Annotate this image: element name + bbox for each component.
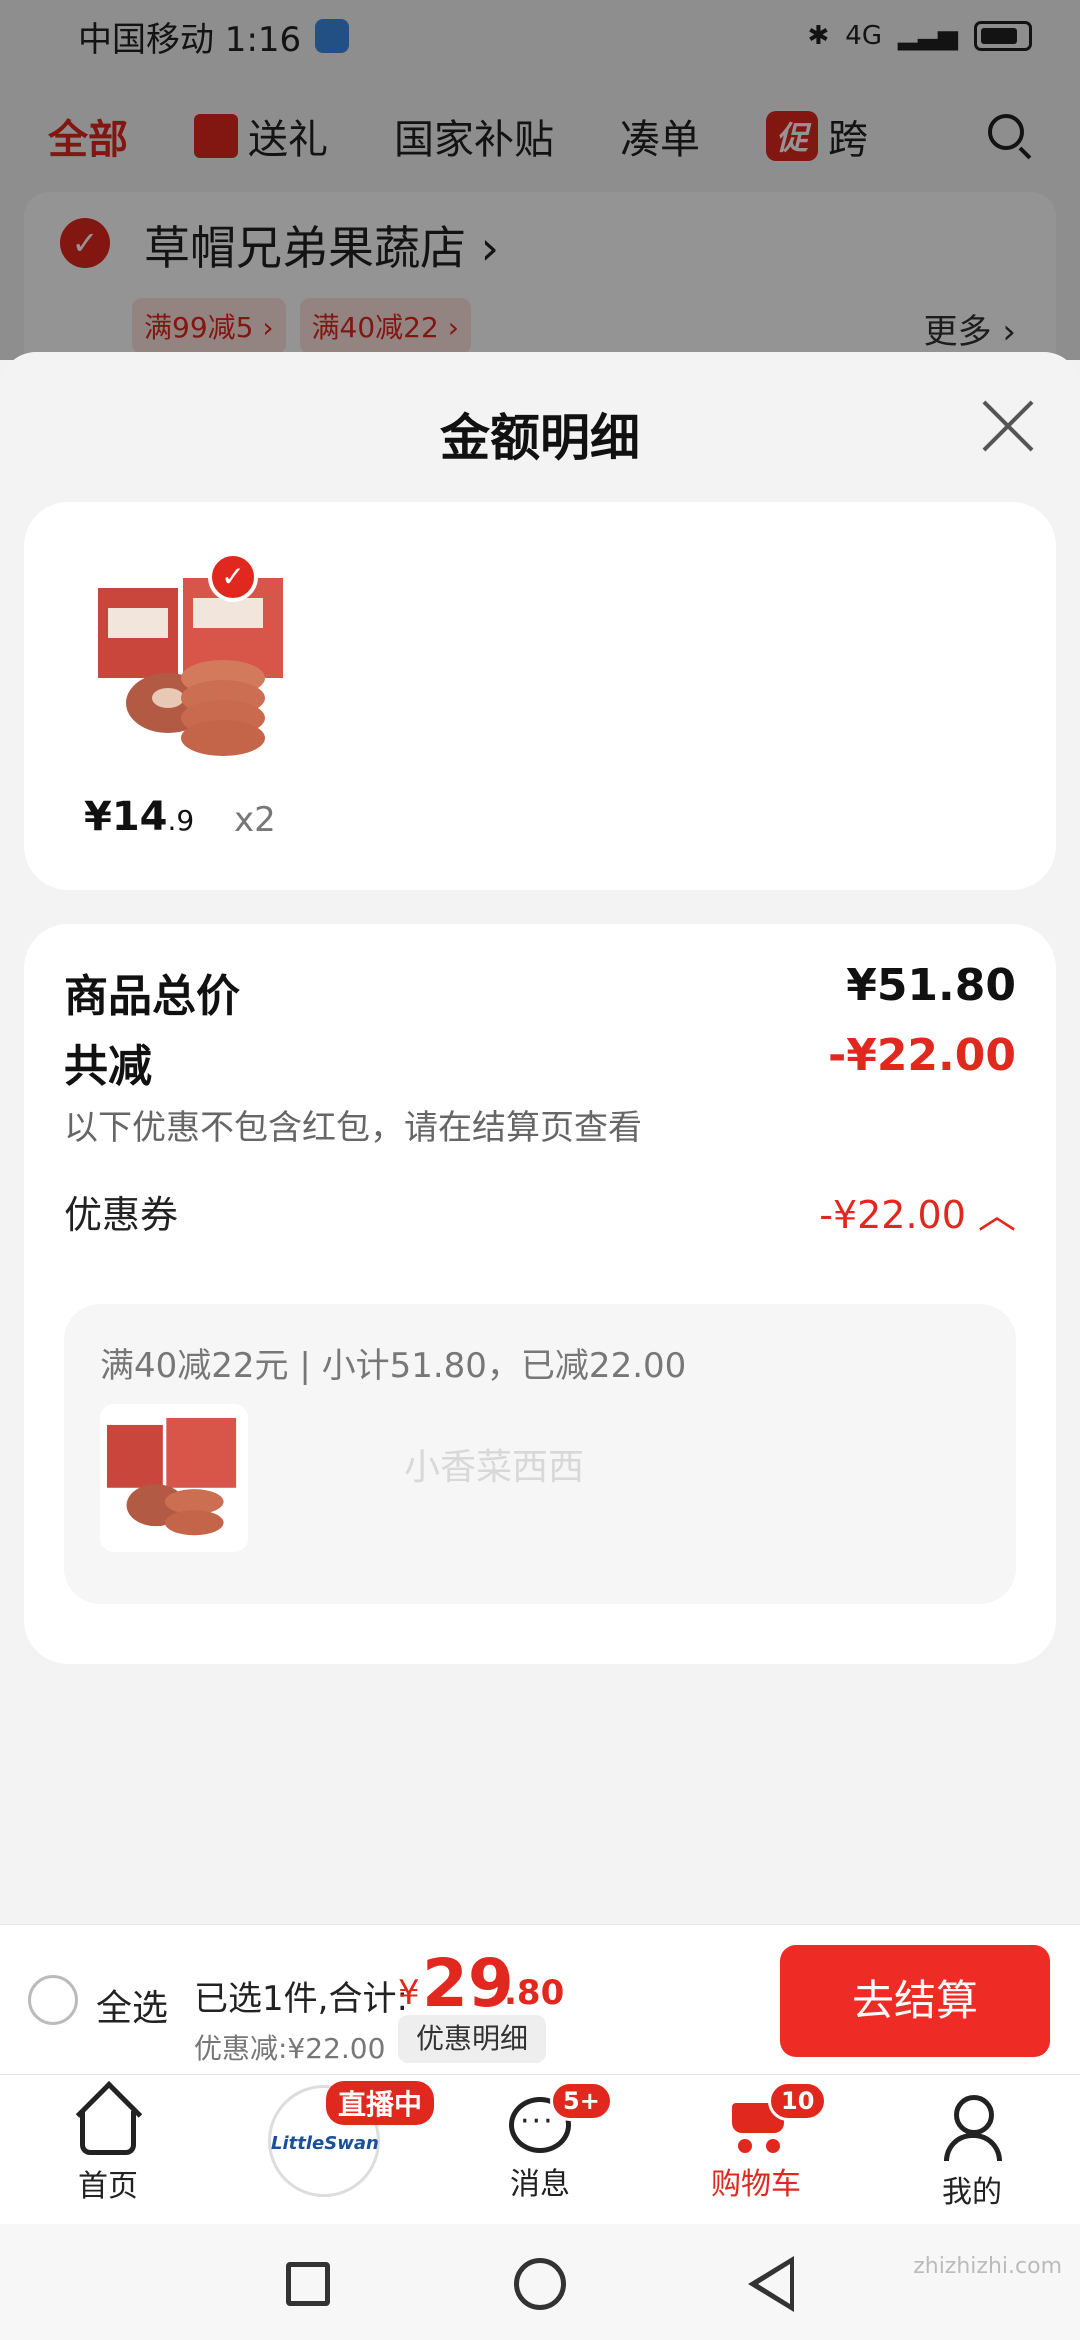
coupon-value[interactable]: -¥22.00 ︿ [819, 1184, 1016, 1239]
select-all-label[interactable]: 全选 [96, 1979, 168, 2031]
sheet-title: 金额明细 [440, 409, 640, 467]
cart-badge: 10 [768, 2081, 828, 2121]
checkout-bar: 全选 已选1件,合计: ¥ 29 .80 优惠减:¥22.00 优惠明细 去结算 [0, 1924, 1080, 2074]
corner-watermark: zhizhizhi.com [913, 2254, 1062, 2279]
bottom-tab-bar: 首页 LittleSwan 直播中 5+ 消息 10 购物车 我的 [0, 2074, 1080, 2224]
tab-me[interactable]: 我的 [892, 2093, 1052, 2211]
close-icon[interactable] [980, 398, 1036, 454]
item-price: ¥14.9 [84, 794, 194, 840]
goods-total-value: ¥51.80 [846, 960, 1016, 1011]
amount-detail-sheet: 金额明细 ✓ ¥14.9 x2 商品总价 ¥51.80 共减 -¥22.00 以… [0, 352, 1080, 1924]
tab-home[interactable]: 首页 [28, 2093, 188, 2205]
back-icon[interactable] [748, 2256, 794, 2312]
goods-total-row: 商品总价 ¥51.80 [64, 960, 1016, 1024]
discount-note: 以下优惠不包含红包，请在结算页查看 [64, 1108, 642, 1148]
price-detail-card: 商品总价 ¥51.80 共减 -¥22.00 以下优惠不包含红包，请在结算页查看… [24, 924, 1056, 1664]
coupon-row[interactable]: 优惠券 -¥22.00 ︿ [64, 1184, 1016, 1239]
watermark: 小香菜西西 [404, 1447, 585, 1488]
product-image[interactable] [88, 558, 300, 770]
system-nav-bar [0, 2224, 1080, 2340]
coupon-label: 优惠券 [64, 1193, 179, 1237]
discount-detail-button[interactable]: 优惠明细 [398, 2015, 547, 2063]
total-amount-decimal: .80 [504, 1973, 565, 2013]
coupon-product-image [100, 1404, 248, 1552]
messages-badge: 5+ [550, 2081, 613, 2121]
product-checked-icon[interactable]: ✓ [208, 552, 258, 602]
discount-amount-text: 优惠减:¥22.00 [194, 2032, 386, 2065]
total-amount-integer: 29 [422, 1945, 514, 2022]
home-circle-icon[interactable] [514, 2258, 566, 2310]
price-dec: .9 [167, 804, 195, 837]
goods-total-label: 商品总价 [64, 971, 240, 1022]
user-icon [944, 2093, 1002, 2161]
recent-apps-icon[interactable] [286, 2262, 330, 2306]
tab-cart[interactable]: 10 购物车 [676, 2081, 836, 2203]
items-card: ✓ ¥14.9 x2 [24, 502, 1056, 890]
total-discount-row: 共减 -¥22.00 [64, 1030, 1016, 1094]
dim-overlay[interactable] [0, 0, 1080, 360]
item-quantity: x2 [234, 800, 276, 840]
total-discount-label: 共减 [64, 1041, 152, 1092]
tab-messages[interactable]: 5+ 消息 [460, 2081, 620, 2203]
total-currency: ¥ [398, 1973, 420, 2013]
home-icon [80, 2111, 136, 2155]
checkout-button[interactable]: 去结算 [780, 1945, 1050, 2057]
tab-label: 我的 [942, 2175, 1002, 2210]
total-discount-value: -¥22.00 [827, 1030, 1016, 1081]
coupon-description: 满40减22元 | 小计51.80，已减22.00 [100, 1346, 687, 1386]
select-all-checkbox[interactable] [28, 1975, 78, 2025]
price-int: ¥14 [84, 794, 168, 840]
live-badge: 直播中 [326, 2081, 435, 2125]
tab-label: 购物车 [711, 2167, 801, 2202]
tab-label: 首页 [78, 2169, 138, 2204]
selected-count-text: 已选1件,合计: [194, 1979, 408, 2019]
tab-label: 消息 [510, 2167, 570, 2202]
